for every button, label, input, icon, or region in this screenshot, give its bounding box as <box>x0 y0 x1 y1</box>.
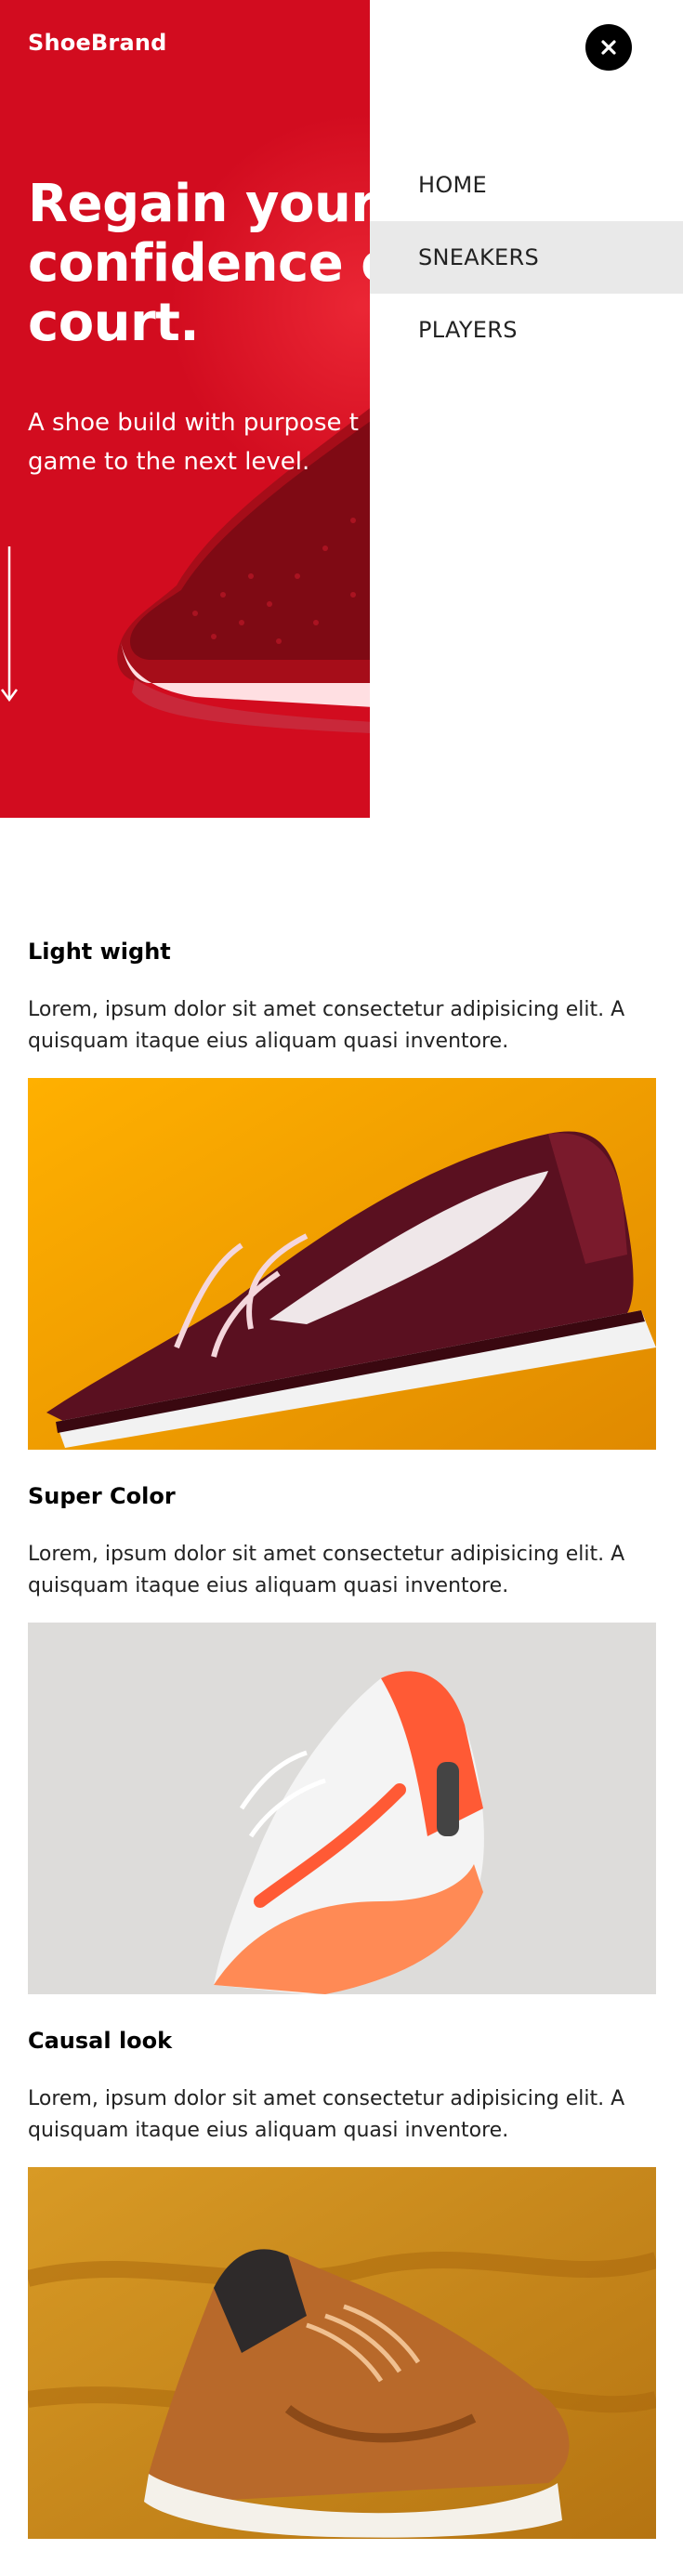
section-text: Lorem, ipsum dolor sit amet consectetur … <box>28 998 625 1053</box>
nav-item-home[interactable]: HOME <box>370 149 683 221</box>
hero-subtitle-line: A shoe build with purpose t <box>28 409 359 437</box>
hero-headline-line: Regain your <box>28 174 370 234</box>
nav-item-players[interactable]: PLAYERS <box>370 294 683 366</box>
close-icon <box>601 40 616 55</box>
product-image-super-color <box>28 1623 656 1994</box>
product-image-casual-look <box>28 2167 656 2539</box>
close-menu-button[interactable] <box>585 24 632 71</box>
hero-section: ShoeBrand Regain your confidence o court… <box>0 0 370 818</box>
nav-drawer <box>370 0 683 818</box>
section-title: Light wight <box>28 939 171 965</box>
hero-subtitle-line: game to the next level. <box>28 448 310 476</box>
brand-logo[interactable]: ShoeBrand <box>28 30 167 56</box>
hero-headline-line: confidence o <box>28 233 370 294</box>
product-image-light-weight <box>28 1078 656 1450</box>
hero-headline-line: court. <box>28 293 200 353</box>
hero-headline: Regain your confidence o court. <box>28 175 370 353</box>
section-title: Causal look <box>28 2028 173 2054</box>
hero-subtitle: A shoe build with purpose t game to the … <box>28 403 370 481</box>
scroll-down-arrow-icon[interactable] <box>0 546 22 704</box>
section-text: Lorem, ipsum dolor sit amet consectetur … <box>28 1543 625 1597</box>
section-text: Lorem, ipsum dolor sit amet consectetur … <box>28 2087 625 2142</box>
nav-item-sneakers[interactable]: SNEAKERS <box>370 221 683 294</box>
section-title: Super Color <box>28 1483 176 1509</box>
